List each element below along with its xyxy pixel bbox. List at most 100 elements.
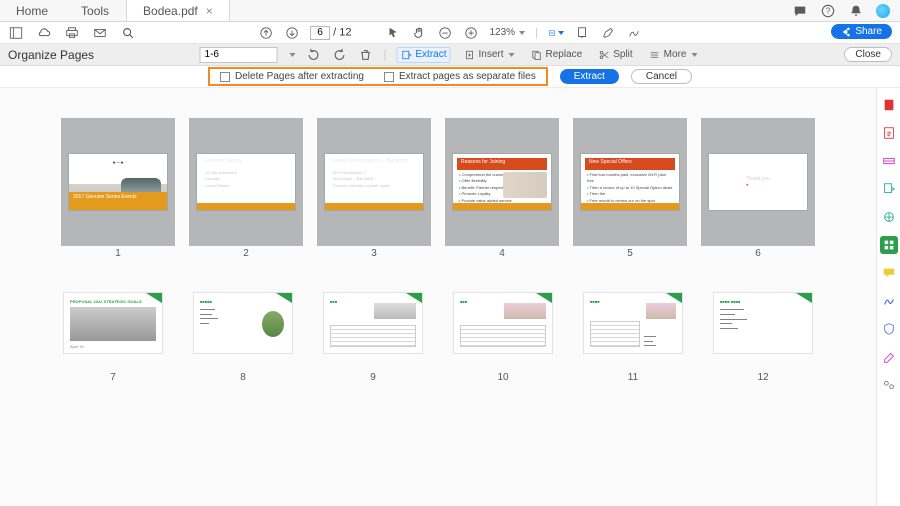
split-tool-label: Split xyxy=(613,49,632,60)
zoom-in-icon[interactable] xyxy=(464,25,480,41)
insert-tool-label: Insert xyxy=(479,49,504,60)
print-icon[interactable] xyxy=(64,25,80,41)
separate-files-label: Extract pages as separate files xyxy=(399,71,536,82)
page-thumb-7[interactable]: PROPOSAL 2022 STRATEGIC GOALS April 19 xyxy=(63,292,163,354)
zoom-value-label: 123% xyxy=(490,27,516,38)
thumb-row-1: ●―● 2017 Genuine Series Events 1 Custome… xyxy=(40,118,836,262)
page-counter: / 12 xyxy=(310,26,351,40)
page-num: 10 xyxy=(497,372,508,386)
pointer-icon[interactable] xyxy=(386,25,402,41)
page-thumb-4[interactable]: Reasons for Joining • Comprehend the cus… xyxy=(445,118,559,246)
page-num: 2 xyxy=(243,248,249,262)
extract-options-bar: Delete Pages after extracting Extract pa… xyxy=(0,66,900,88)
extract-tool[interactable]: Extract xyxy=(396,47,450,63)
page-thumb-9[interactable]: ■■■ xyxy=(323,292,423,354)
replace-tool[interactable]: Replace xyxy=(528,48,586,62)
page-num: 8 xyxy=(240,372,246,386)
share-label: Share xyxy=(855,26,882,37)
side-tools-panel xyxy=(876,88,900,506)
page-thumb-10[interactable]: ■■■ xyxy=(453,292,553,354)
page-num: 7 xyxy=(110,372,116,386)
insert-tool[interactable]: Insert xyxy=(461,48,518,62)
next-page-icon[interactable] xyxy=(284,25,300,41)
sign-draw-icon[interactable] xyxy=(626,25,642,41)
side-create-icon[interactable] xyxy=(880,124,898,142)
chat-icon[interactable] xyxy=(792,3,808,19)
help-icon[interactable]: ? xyxy=(820,3,836,19)
side-comment-icon[interactable] xyxy=(880,264,898,282)
trash-icon[interactable] xyxy=(358,47,374,63)
read-aloud-icon[interactable] xyxy=(574,25,590,41)
page-sep: / xyxy=(333,26,336,38)
thumbnail-workspace: ●―● 2017 Genuine Series Events 1 Custome… xyxy=(0,88,876,506)
hand-icon[interactable] xyxy=(412,25,428,41)
delete-after-checkbox[interactable]: Delete Pages after extracting xyxy=(220,71,364,82)
tab-bar: Home Tools Bodea.pdf × ? xyxy=(0,0,900,22)
page-num: 4 xyxy=(499,248,505,262)
page-thumb-11[interactable]: ■■■■ ▬▬▬▬▬▬▬▬▬▬▬ xyxy=(583,292,683,354)
page-num: 6 xyxy=(755,248,761,262)
close-tab-icon[interactable]: × xyxy=(206,4,213,18)
more-tool-label: More xyxy=(664,49,687,60)
more-tool[interactable]: More xyxy=(646,48,701,62)
side-pdf-icon[interactable] xyxy=(880,96,898,114)
separate-files-checkbox[interactable]: Extract pages as separate files xyxy=(384,71,536,82)
side-share-icon[interactable] xyxy=(880,208,898,226)
prev-page-icon[interactable] xyxy=(258,25,274,41)
page-thumb-1[interactable]: ●―● 2017 Genuine Series Events xyxy=(61,118,175,246)
side-fill-icon[interactable] xyxy=(880,348,898,366)
page-current-input[interactable] xyxy=(310,26,330,40)
side-sign-icon[interactable] xyxy=(880,292,898,310)
page-num: 12 xyxy=(757,372,768,386)
page-total: 12 xyxy=(339,26,351,38)
fit-width-icon[interactable] xyxy=(548,25,564,41)
range-dropdown-icon[interactable] xyxy=(290,53,296,57)
page-range-input[interactable] xyxy=(200,47,278,63)
page-thumb-12[interactable]: ■■■■ ■■■■ ▬▬▬▬▬▬▬▬▬▬▬▬▬▬▬▬▬▬▬▬▬▬▬▬▬▬▬▬▬▬… xyxy=(713,292,813,354)
extract-options-highlight: Delete Pages after extracting Extract pa… xyxy=(208,67,548,86)
save-cloud-icon[interactable] xyxy=(36,25,52,41)
main-toolbar: / 12 123% | Share xyxy=(0,22,900,44)
page-thumb-2[interactable]: Customer Survey 12,345 customersCanadaUn… xyxy=(189,118,303,246)
tab-document-label: Bodea.pdf xyxy=(143,4,198,18)
cancel-button[interactable]: Cancel xyxy=(631,69,692,84)
split-tool[interactable]: Split xyxy=(595,48,635,62)
replace-tool-label: Replace xyxy=(546,49,583,60)
rotate-cw-icon[interactable] xyxy=(332,47,348,63)
svg-text:?: ? xyxy=(826,6,831,15)
tab-tools[interactable]: Tools xyxy=(65,0,126,21)
search-icon[interactable] xyxy=(120,25,136,41)
mail-icon[interactable] xyxy=(92,25,108,41)
page-num: 3 xyxy=(371,248,377,262)
extract-tool-label: Extract xyxy=(415,49,446,60)
page-thumb-3[interactable]: Survey Demographics – Highlights 80% Gen… xyxy=(317,118,431,246)
side-protect-icon[interactable] xyxy=(880,320,898,338)
page-thumb-8[interactable]: ■■■■■ ▬▬▬▬▬▬▬▬▬▬▬▬▬▬▬▬▬▬ xyxy=(193,292,293,354)
zoom-value[interactable]: 123% xyxy=(490,27,526,38)
thumb-row-2: PROPOSAL 2022 STRATEGIC GOALS April 19 7… xyxy=(40,292,836,386)
rotate-ccw-icon[interactable] xyxy=(306,47,322,63)
sidebar-toggle-icon[interactable] xyxy=(8,25,24,41)
side-edit-icon[interactable] xyxy=(880,152,898,170)
side-export-icon[interactable] xyxy=(880,180,898,198)
avatar[interactable] xyxy=(876,4,890,18)
page-num: 1 xyxy=(115,248,121,262)
share-button[interactable]: Share xyxy=(831,24,892,39)
organize-title: Organize Pages xyxy=(8,48,94,62)
page-num: 9 xyxy=(370,372,376,386)
page-thumb-5[interactable]: New Special Offers • First four months p… xyxy=(573,118,687,246)
page-num: 11 xyxy=(628,372,638,386)
side-more-tools-icon[interactable] xyxy=(880,376,898,394)
page-thumb-6[interactable]: Thank you▸ xyxy=(701,118,815,246)
delete-after-label: Delete Pages after extracting xyxy=(235,71,364,82)
zoom-out-icon[interactable] xyxy=(438,25,454,41)
close-orgbar-button[interactable]: Close xyxy=(844,47,892,62)
side-organize-icon[interactable] xyxy=(880,236,898,254)
tab-document[interactable]: Bodea.pdf × xyxy=(126,0,230,21)
bell-icon[interactable] xyxy=(848,3,864,19)
extract-button[interactable]: Extract xyxy=(560,69,619,84)
page-num: 5 xyxy=(627,248,633,262)
organize-bar: Organize Pages | Extract Insert Replace … xyxy=(0,44,900,66)
highlight-icon[interactable] xyxy=(600,25,616,41)
tab-home[interactable]: Home xyxy=(0,0,65,21)
